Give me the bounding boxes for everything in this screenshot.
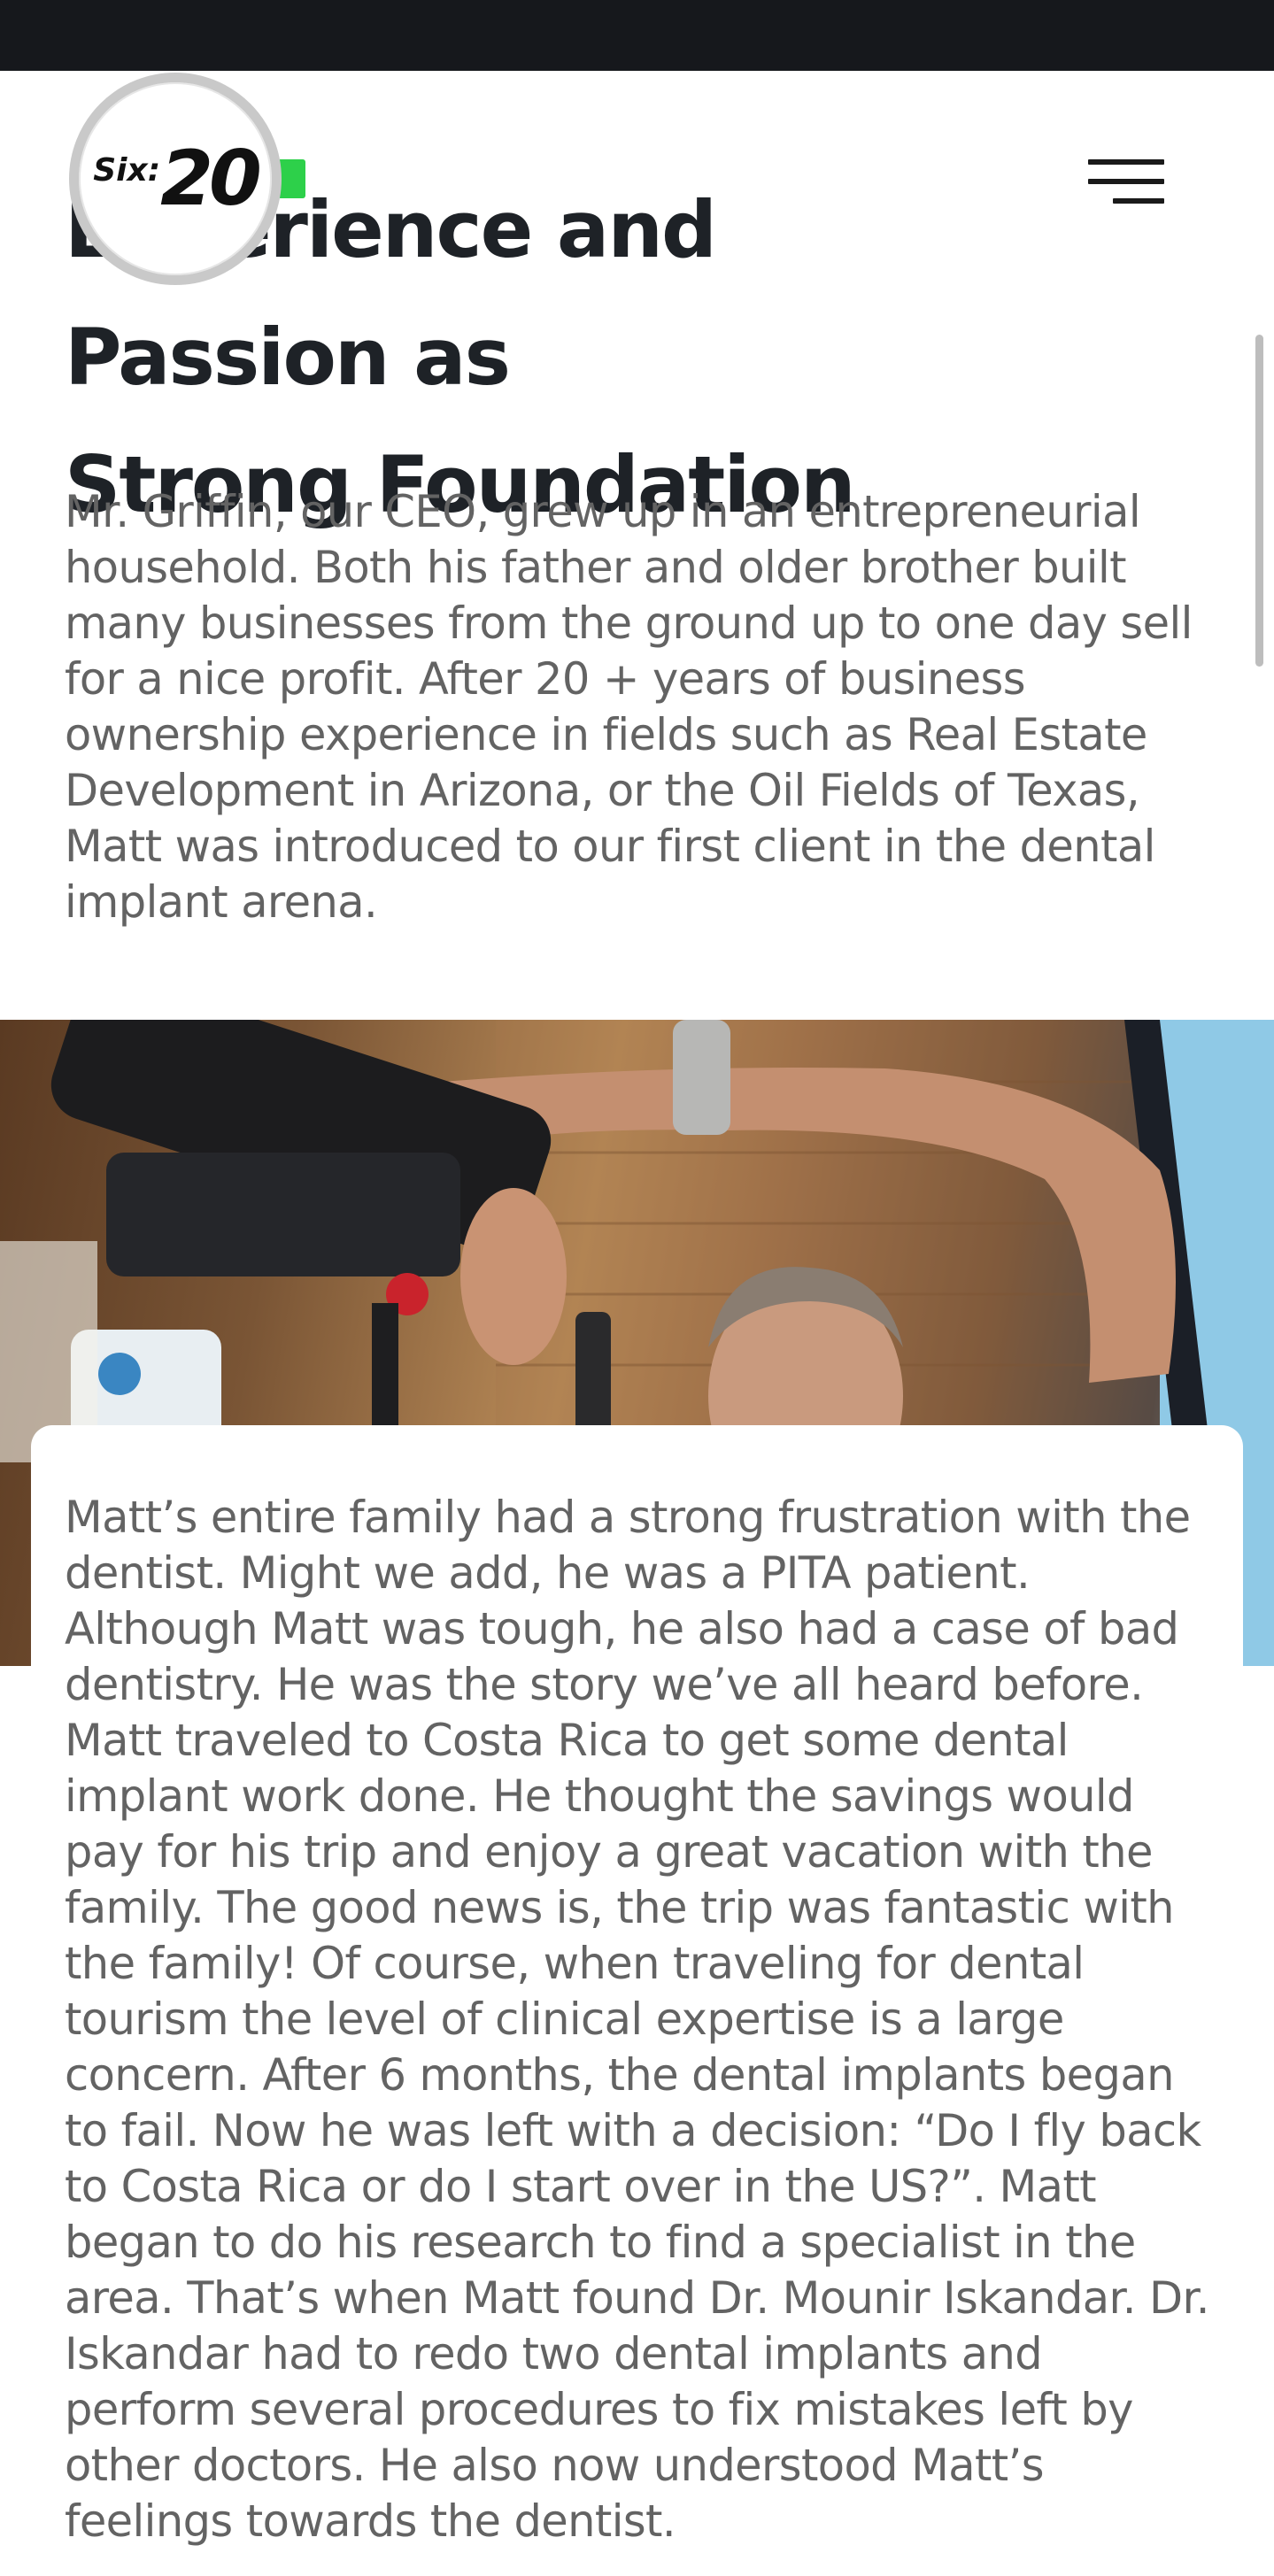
- logo-colon: :: [147, 151, 161, 189]
- story-paragraph: Matt’s entire family had a strong frustr…: [65, 1492, 1209, 2547]
- menu-line-3: [1113, 198, 1164, 204]
- six20-logo[interactable]: Six:20: [69, 73, 282, 285]
- menu-line-1: [1088, 159, 1164, 165]
- status-bar: [0, 0, 1274, 71]
- logo-twenty-text: 20: [160, 135, 262, 223]
- intro-paragraph: Mr. Griffin, our CEO, grew up in an entr…: [65, 486, 1193, 928]
- logo-six-text: Six: [93, 151, 148, 189]
- logo-wordmark: Six:20: [79, 82, 272, 275]
- menu-line-2: [1088, 179, 1164, 184]
- hamburger-menu-icon[interactable]: [1085, 158, 1164, 211]
- scrollbar[interactable]: [1255, 335, 1263, 667]
